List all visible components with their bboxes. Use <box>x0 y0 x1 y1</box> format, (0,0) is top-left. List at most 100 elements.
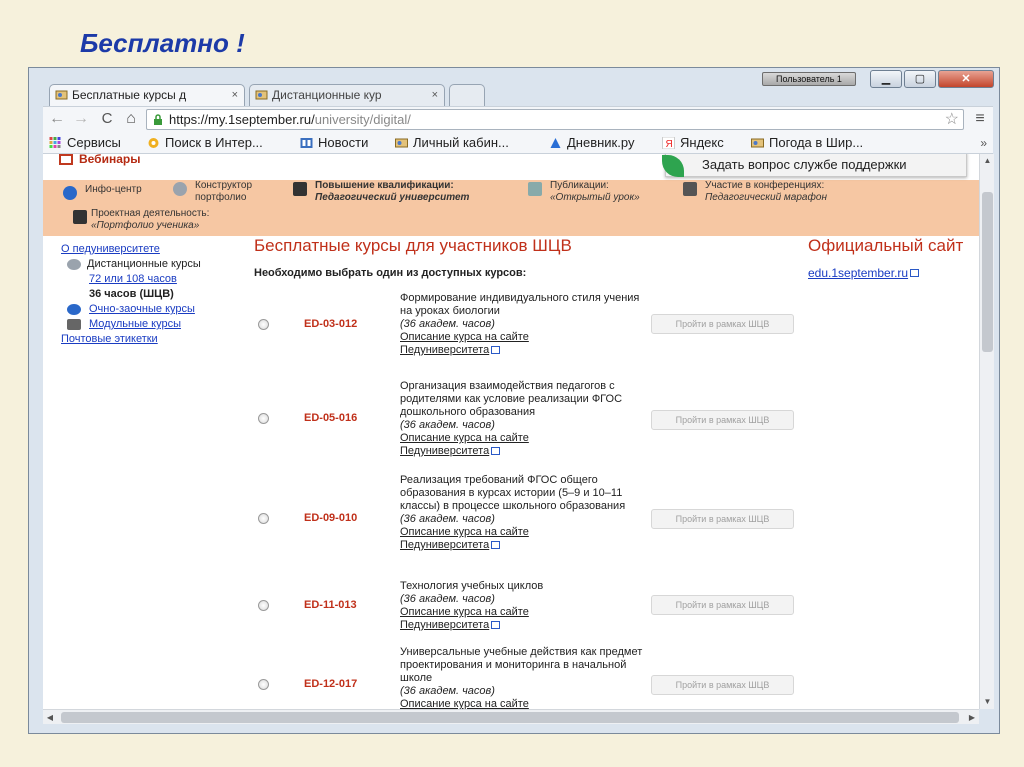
course-title: Формирование индивидуального стиля учени… <box>400 292 640 317</box>
browser-toolbar: ← → C ⌂ https://my.1september.ru/univers… <box>43 106 993 132</box>
official-site-link[interactable]: edu.1september.ru <box>808 266 920 280</box>
url-path: university/digital/ <box>314 112 411 127</box>
user-badge[interactable]: Пользователь 1 <box>762 72 856 86</box>
info-center-label: Инфо-центр <box>85 184 142 195</box>
course-radio[interactable] <box>258 600 269 611</box>
course-description: Организация взаимодействия педагогов с р… <box>400 380 650 458</box>
home-button[interactable]: ⌂ <box>121 110 141 128</box>
course-description-link[interactable]: Описание курса на сайте <box>400 432 529 444</box>
course-radio[interactable] <box>258 413 269 424</box>
course-code: ED-09-010 <box>304 512 358 524</box>
weather-icon <box>751 138 764 148</box>
take-course-button[interactable]: Пройти в рамках ШЦВ <box>651 509 794 529</box>
bookmark-label: Яндекс <box>680 135 724 150</box>
bookmark-diary[interactable]: Дневник.ру <box>549 132 634 154</box>
favicon-icon <box>55 90 68 100</box>
sidebar-item-labels[interactable]: Почтовые этикетки <box>61 332 241 347</box>
address-bar[interactable]: https://my.1september.ru/university/digi… <box>146 109 964 130</box>
support-popup[interactable]: Задать вопрос службе поддержки <box>662 154 967 177</box>
bookmark-weather[interactable]: Погода в Шир... <box>751 132 863 154</box>
scroll-right-icon[interactable]: ▶ <box>965 710 979 725</box>
official-site-label: edu.1september.ru <box>808 266 909 280</box>
course-radio[interactable] <box>258 319 269 330</box>
sidebar-item-36-hours[interactable]: 36 часов (ШЦВ) <box>61 287 241 302</box>
maximize-button[interactable]: ▢ <box>904 70 936 88</box>
course-code: ED-12-017 <box>304 678 358 690</box>
bookmarks-more-icon[interactable]: » <box>980 132 987 154</box>
take-course-button[interactable]: Пройти в рамках ШЦВ <box>651 410 794 430</box>
take-course-button[interactable]: Пройти в рамках ШЦВ <box>651 675 794 695</box>
reload-button[interactable]: C <box>97 110 117 128</box>
course-radio[interactable] <box>258 679 269 690</box>
project-activity-link[interactable]: Проектная деятельность: «Портфолио учени… <box>73 208 209 232</box>
horizontal-scrollbar[interactable]: ◀ ▶ <box>43 709 979 724</box>
webinars-link[interactable]: Вебинары <box>59 154 140 166</box>
vertical-scrollbar[interactable]: ▲ ▼ <box>979 154 994 709</box>
course-radio[interactable] <box>258 513 269 524</box>
scroll-up-icon[interactable]: ▲ <box>980 154 995 168</box>
tab-distance-courses[interactable]: Дистанционные кур × <box>249 84 445 106</box>
course-hours: (36 академ. часов) <box>400 593 495 605</box>
university-link[interactable]: Педуниверситета <box>400 445 489 457</box>
tab-free-courses[interactable]: Бесплатные курсы д × <box>49 84 245 106</box>
university-link[interactable]: Педуниверситета <box>400 619 489 631</box>
sidebar-item-fulltime[interactable]: Очно-заочные курсы <box>61 302 241 317</box>
page-title: Бесплатные курсы для участников ШЦВ <box>254 236 572 255</box>
scroll-left-icon[interactable]: ◀ <box>43 710 57 725</box>
disc-icon <box>67 259 81 270</box>
cabinet-icon <box>395 138 408 148</box>
publications-label: Публикации: <box>550 180 609 191</box>
publications-link[interactable]: Публикации: «Открытый урок» <box>528 180 640 204</box>
search-globe-icon <box>148 138 159 148</box>
minimize-button[interactable]: ▁ <box>870 70 902 88</box>
qualification-link[interactable]: Повышение квалификации: Педагогический у… <box>293 180 469 204</box>
sidebar-item-about[interactable]: О педуниверситете <box>61 242 241 257</box>
course-code: ED-05-016 <box>304 412 358 424</box>
menu-icon[interactable]: ≡ <box>971 110 989 128</box>
sidebar-item-72-108[interactable]: 72 или 108 часов <box>61 272 241 287</box>
conferences-label: Участие в конференциях: <box>705 180 825 191</box>
external-link-icon <box>491 346 501 354</box>
back-button[interactable]: ← <box>47 110 67 128</box>
forward-button[interactable]: → <box>71 110 91 128</box>
tab-close-icon[interactable]: × <box>432 85 438 105</box>
university-link[interactable]: Педуниверситета <box>400 344 489 356</box>
bookmark-label: Сервисы <box>67 135 121 150</box>
take-course-button[interactable]: Пройти в рамках ШЦВ <box>651 314 794 334</box>
portfolio-constructor-link[interactable]: Конструктор портфолио <box>173 180 252 204</box>
person-icon <box>67 304 81 315</box>
vertical-scroll-thumb[interactable] <box>982 192 993 352</box>
course-description-link[interactable]: Описание курса на сайте <box>400 698 529 709</box>
sidebar-item-distance[interactable]: Дистанционные курсы <box>61 257 241 272</box>
bookmark-label: Личный кабин... <box>413 135 509 150</box>
svg-text:Я: Я <box>666 139 673 149</box>
course-description-link[interactable]: Описание курса на сайте <box>400 526 529 538</box>
course-hours: (36 академ. часов) <box>400 318 495 330</box>
conferences-link[interactable]: Участие в конференциях: Педагогический м… <box>683 180 827 204</box>
bookmark-yandex[interactable]: Я Яндекс <box>662 132 724 154</box>
favicon-icon <box>255 90 268 100</box>
new-tab-button[interactable] <box>449 84 485 106</box>
computer-icon <box>67 319 81 330</box>
take-course-button[interactable]: Пройти в рамках ШЦВ <box>651 595 794 615</box>
tab-strip: Бесплатные курсы д × Дистанционные кур × <box>43 84 743 106</box>
tab-label: Дистанционные кур <box>272 88 382 102</box>
university-link[interactable]: Педуниверситета <box>400 539 489 551</box>
close-window-button[interactable]: ✕ <box>938 70 994 88</box>
bookmark-label: Погода в Шир... <box>769 135 864 150</box>
scroll-down-icon[interactable]: ▼ <box>980 695 995 709</box>
bookmark-cabinet[interactable]: Личный кабин... <box>395 132 509 154</box>
screen-icon <box>528 182 542 196</box>
course-description-link[interactable]: Описание курса на сайте <box>400 331 529 343</box>
horizontal-scroll-thumb[interactable] <box>61 712 959 723</box>
service-nav-band: Инфо-центр Конструктор портфолио Повышен… <box>43 180 993 236</box>
bookmark-news[interactable]: Новости <box>300 132 368 154</box>
course-description-link[interactable]: Описание курса на сайте <box>400 606 529 618</box>
bookmark-services[interactable]: Сервисы <box>49 132 121 154</box>
bookmark-search[interactable]: Поиск в Интер... <box>147 132 263 154</box>
sidebar-item-modular[interactable]: Модульные курсы <box>61 317 241 332</box>
info-center-link[interactable]: Инфо-центр <box>63 184 142 200</box>
bookmark-star-icon[interactable]: ☆ <box>945 110 959 129</box>
tab-close-icon[interactable]: × <box>232 85 238 105</box>
bookmark-label: Дневник.ру <box>567 135 635 150</box>
